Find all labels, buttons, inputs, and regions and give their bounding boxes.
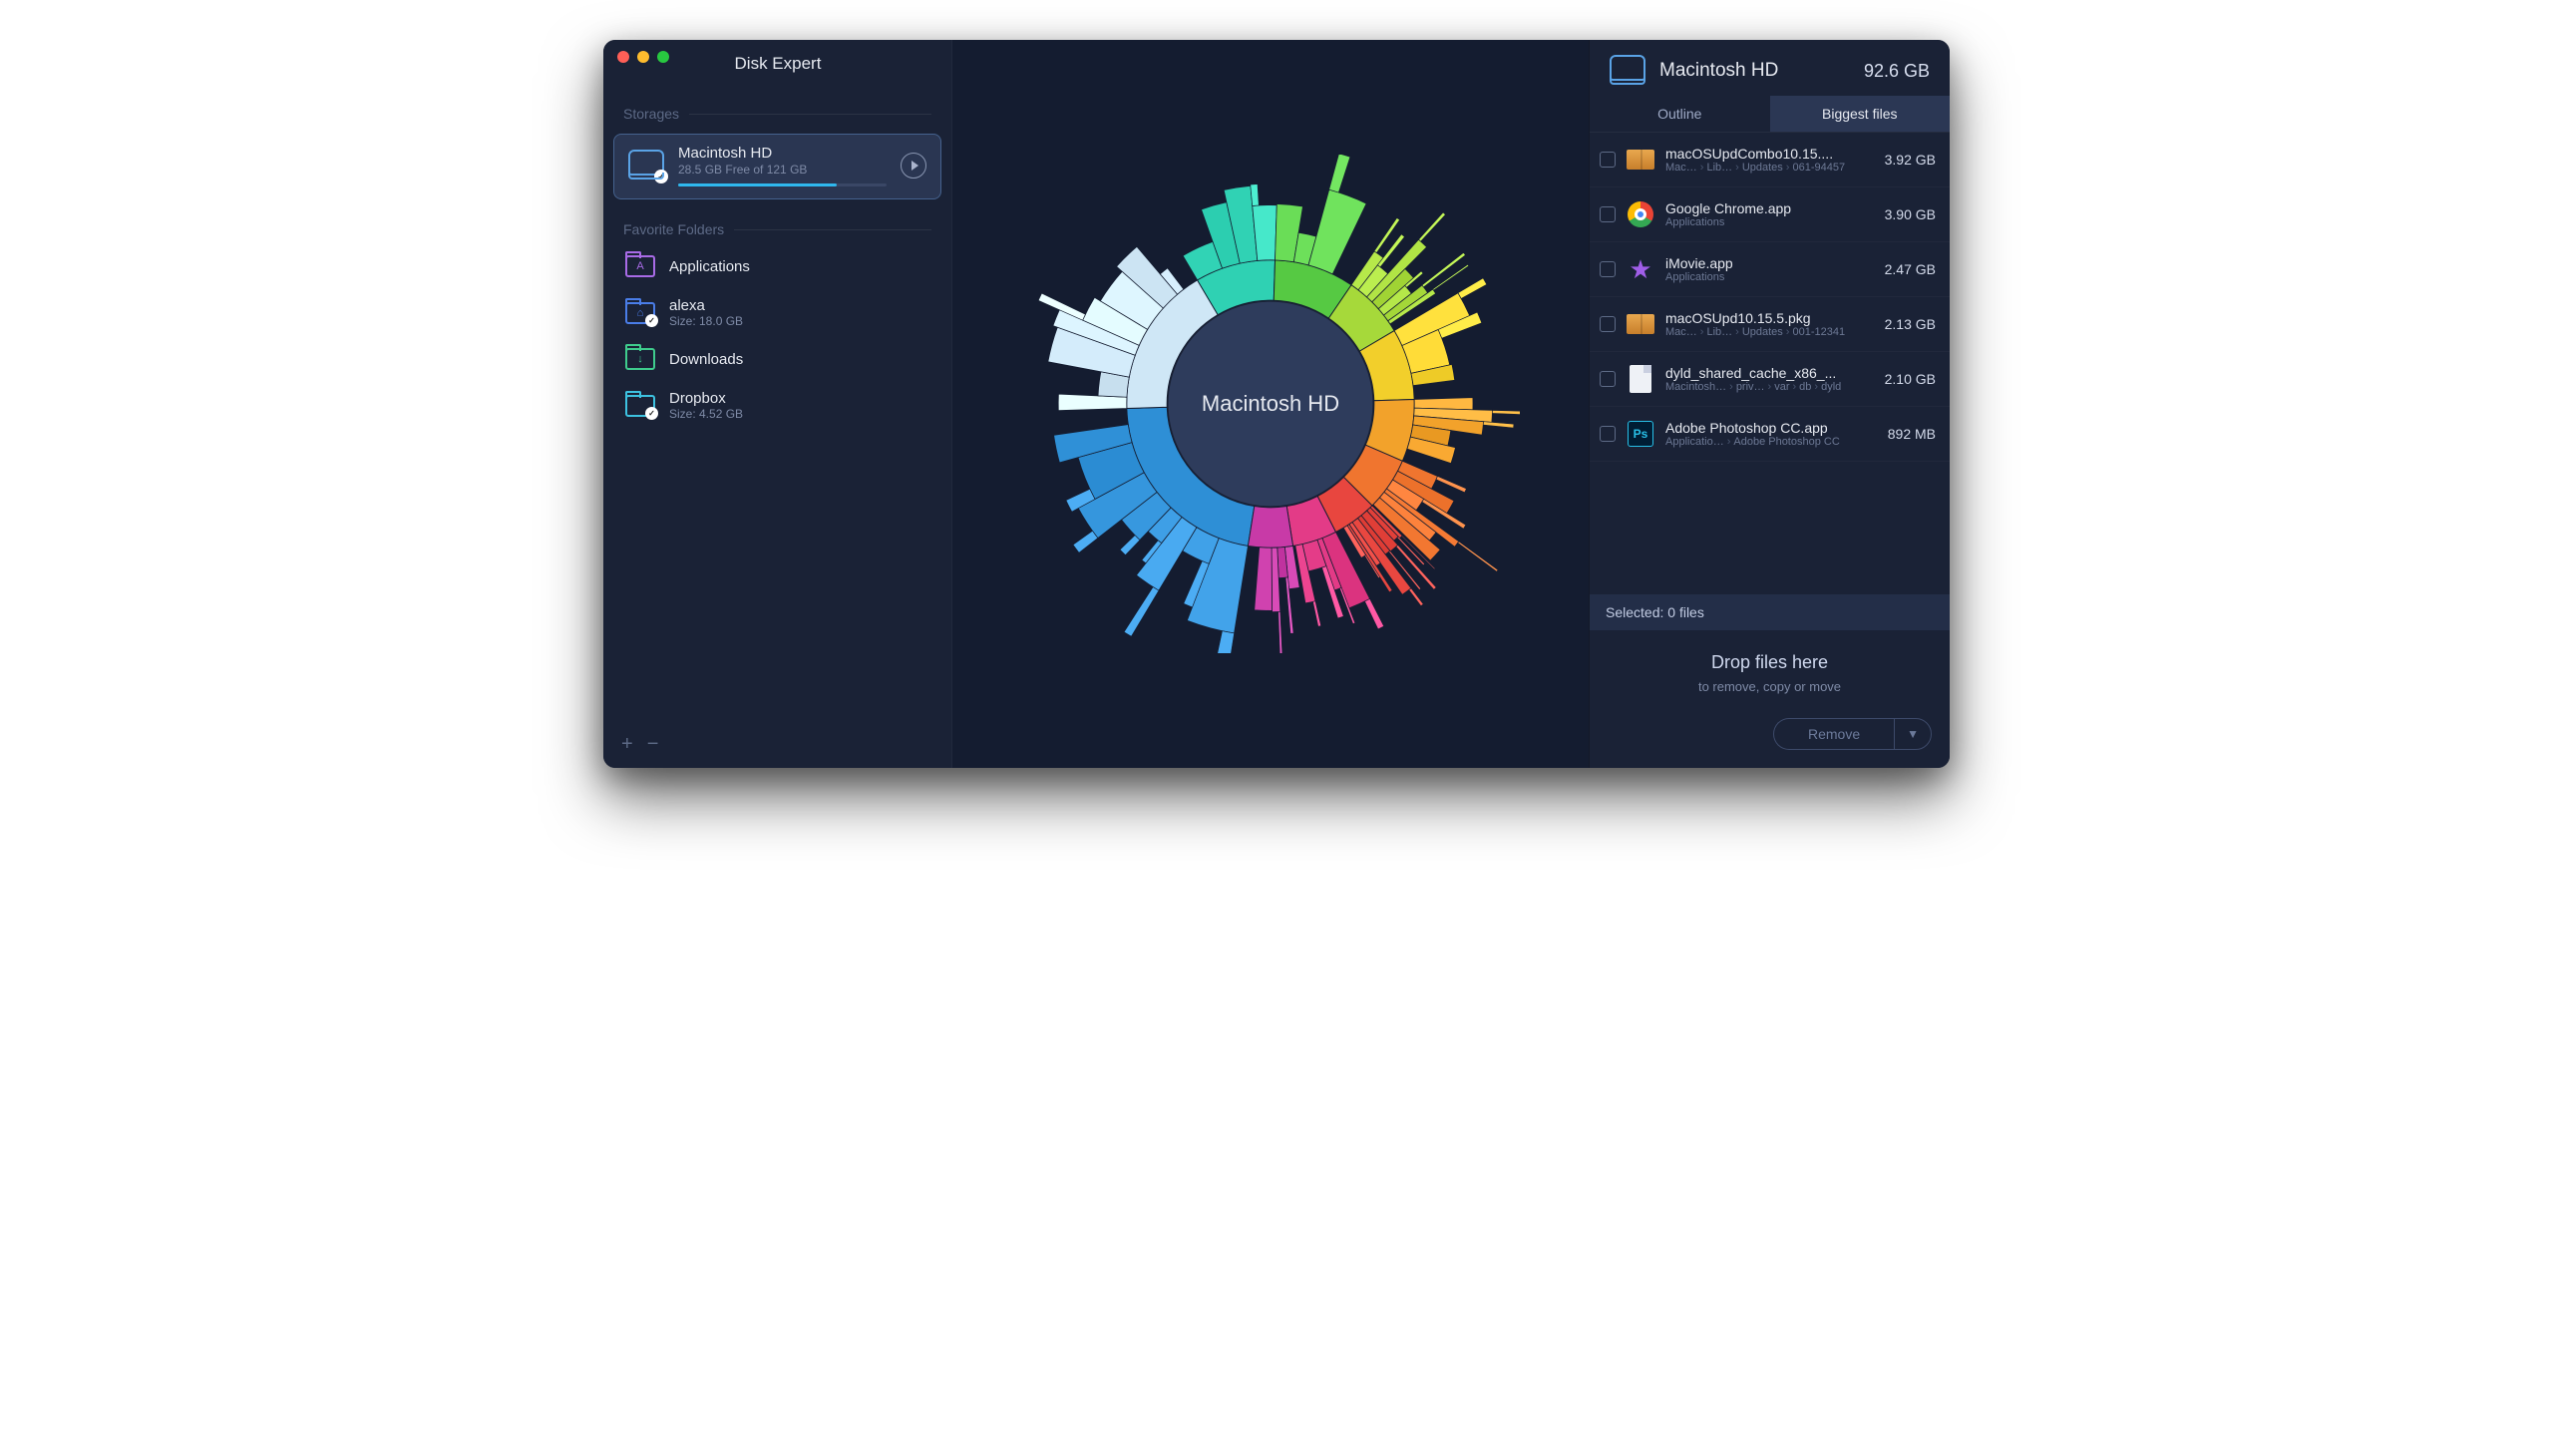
photoshop-icon: Ps xyxy=(1628,421,1653,447)
favorite-name: Applications xyxy=(669,258,750,275)
favorite-size: Size: 18.0 GB xyxy=(669,314,743,328)
folder-icon xyxy=(625,395,655,417)
sunburst-spike xyxy=(1409,588,1423,606)
file-checkbox[interactable] xyxy=(1600,371,1616,387)
section-storages-label: Storages xyxy=(603,100,951,130)
sunburst-spike xyxy=(1120,536,1140,555)
remove-options-button[interactable]: ▼ xyxy=(1894,718,1932,750)
sunburst-spike xyxy=(1365,598,1384,628)
sunburst-spike xyxy=(1458,278,1487,298)
file-row[interactable]: macOSUpd10.15.5.pkg Mac…›Lib…›Updates›00… xyxy=(1590,297,1950,352)
file-row[interactable]: ★ iMovie.app Applications 2.47 GB xyxy=(1590,242,1950,297)
file-row[interactable]: macOSUpdCombo10.15.... Mac…›Lib…›Updates… xyxy=(1590,133,1950,187)
file-path: Applications xyxy=(1665,216,1875,228)
file-checkbox[interactable] xyxy=(1600,261,1616,277)
file-checkbox[interactable] xyxy=(1600,426,1616,442)
app-window: Disk Expert Storages Macintosh HD 28.5 G… xyxy=(603,40,1950,768)
file-size: 2.47 GB xyxy=(1885,261,1936,277)
favorite-name: Downloads xyxy=(669,351,743,368)
sidebar: Storages Macintosh HD 28.5 GB Free of 12… xyxy=(603,40,952,768)
file-row[interactable]: Google Chrome.app Applications 3.90 GB xyxy=(1590,187,1950,242)
storage-usage-bar xyxy=(678,183,887,186)
sunburst-spike xyxy=(1436,476,1466,492)
file-path: Applicatio…›Adobe Photoshop CC xyxy=(1665,436,1878,448)
file-name: Adobe Photoshop CC.app xyxy=(1665,420,1878,436)
storage-card-macintosh-hd[interactable]: Macintosh HD 28.5 GB Free of 121 GB xyxy=(613,134,941,199)
favorite-folder-item[interactable]: A Applications xyxy=(603,245,951,287)
folder-icon: A xyxy=(625,255,655,277)
right-panel: Macintosh HD 92.6 GB Outline Biggest fil… xyxy=(1589,40,1950,768)
file-size: 2.10 GB xyxy=(1885,371,1936,387)
file-list: macOSUpdCombo10.15.... Mac…›Lib…›Updates… xyxy=(1590,133,1950,594)
sunburst-spike xyxy=(1278,611,1282,653)
sunburst-spike xyxy=(1312,601,1320,626)
tab-outline[interactable]: Outline xyxy=(1590,96,1770,132)
sunburst-spike xyxy=(1492,410,1520,415)
file-name: Google Chrome.app xyxy=(1665,200,1875,216)
file-path: Mac…›Lib…›Updates›061-94457 xyxy=(1665,162,1875,174)
imovie-icon: ★ xyxy=(1629,256,1651,282)
sunburst-spike xyxy=(1433,264,1469,290)
folder-icon: ⌂ xyxy=(625,302,655,324)
titlebar: Disk Expert xyxy=(603,40,1950,74)
file-path: Macintosh…›priv…›var›db›dyld xyxy=(1665,381,1875,393)
file-checkbox[interactable] xyxy=(1600,152,1616,168)
sunburst-subsegment[interactable] xyxy=(1255,547,1273,611)
favorite-name: Dropbox xyxy=(669,390,743,407)
sunburst-segment[interactable] xyxy=(1248,507,1292,548)
package-icon xyxy=(1627,150,1654,170)
sunburst-spike xyxy=(1458,542,1498,571)
sunburst-spike xyxy=(1073,531,1098,552)
remove-button[interactable]: Remove xyxy=(1773,718,1894,750)
file-name: macOSUpd10.15.5.pkg xyxy=(1665,310,1875,326)
file-name: macOSUpdCombo10.15.... xyxy=(1665,146,1875,162)
file-size: 892 MB xyxy=(1888,426,1936,442)
sunburst-subsegment[interactable] xyxy=(1308,189,1366,274)
selected-count-label: Selected: 0 files xyxy=(1590,594,1950,630)
favorite-folder-item[interactable]: Dropbox Size: 4.52 GB xyxy=(603,380,951,431)
sunburst-subsegment[interactable] xyxy=(1414,398,1473,410)
favorite-folder-item[interactable]: ↓ Downloads xyxy=(603,338,951,380)
file-size: 3.90 GB xyxy=(1885,206,1936,222)
sunburst-spike xyxy=(1419,212,1446,241)
file-icon xyxy=(1630,365,1651,393)
chrome-icon xyxy=(1628,201,1653,227)
file-name: dyld_shared_cache_x86_... xyxy=(1665,365,1875,381)
scan-play-button[interactable] xyxy=(901,153,926,179)
drop-zone-subheading: to remove, copy or move xyxy=(1606,679,1934,694)
favorite-name: alexa xyxy=(669,297,743,314)
app-title: Disk Expert xyxy=(603,54,952,74)
package-icon xyxy=(1627,314,1654,334)
file-checkbox[interactable] xyxy=(1600,206,1616,222)
file-row[interactable]: Ps Adobe Photoshop CC.app Applicatio…›Ad… xyxy=(1590,407,1950,462)
tab-biggest-files[interactable]: Biggest files xyxy=(1770,96,1951,132)
sunburst-spike xyxy=(1213,631,1235,653)
favorite-size: Size: 4.52 GB xyxy=(669,407,743,421)
sunburst-spike xyxy=(1483,422,1514,428)
file-path: Mac…›Lib…›Updates›001-12341 xyxy=(1665,326,1875,338)
drop-zone-heading: Drop files here xyxy=(1606,652,1934,673)
favorite-folder-item[interactable]: ⌂ alexa Size: 18.0 GB xyxy=(603,287,951,338)
file-path: Applications xyxy=(1665,271,1875,283)
add-favorite-button[interactable]: + xyxy=(621,733,633,756)
section-favorites-label: Favorite Folders xyxy=(603,215,951,245)
file-name: iMovie.app xyxy=(1665,255,1875,271)
file-row[interactable]: dyld_shared_cache_x86_... Macintosh…›pri… xyxy=(1590,352,1950,407)
sunburst-spike xyxy=(1124,587,1159,637)
file-checkbox[interactable] xyxy=(1600,316,1616,332)
file-size: 3.92 GB xyxy=(1885,152,1936,168)
chart-area: Macintosh HD xyxy=(952,40,1589,768)
sunburst-chart[interactable] xyxy=(1021,155,1520,653)
file-size: 2.13 GB xyxy=(1885,316,1936,332)
sunburst-spike xyxy=(1329,155,1350,192)
folder-icon: ↓ xyxy=(625,348,655,370)
drop-zone[interactable]: Drop files here to remove, copy or move xyxy=(1590,630,1950,702)
disk-icon xyxy=(628,150,664,176)
storage-name: Macintosh HD xyxy=(678,145,887,162)
storage-freespace-label: 28.5 GB Free of 121 GB xyxy=(678,163,887,177)
remove-favorite-button[interactable]: − xyxy=(647,733,659,756)
